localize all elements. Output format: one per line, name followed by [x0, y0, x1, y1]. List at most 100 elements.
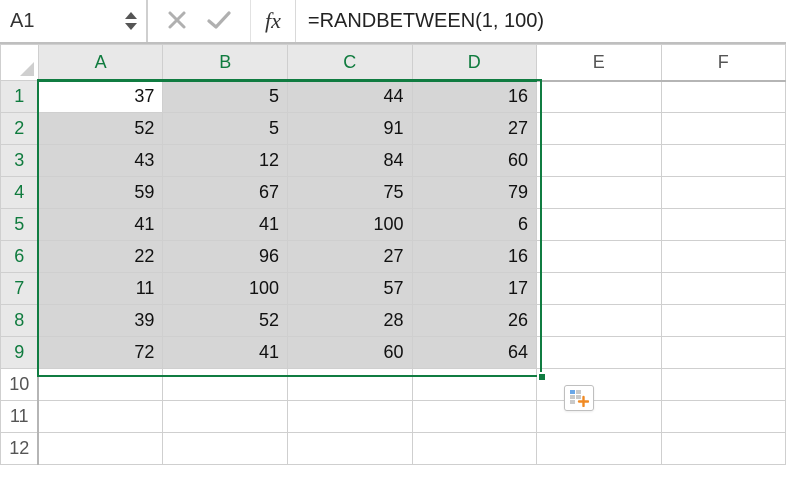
- row-header-7[interactable]: 7: [1, 273, 39, 305]
- cell-D3[interactable]: 60: [412, 145, 537, 177]
- cell-B3[interactable]: 12: [163, 145, 288, 177]
- cell-D8[interactable]: 26: [412, 305, 537, 337]
- column-header-C[interactable]: C: [287, 45, 412, 81]
- cell-A10[interactable]: [38, 369, 163, 401]
- cell-B8[interactable]: 52: [163, 305, 288, 337]
- cell-E6[interactable]: [537, 241, 661, 273]
- cell-C8[interactable]: 28: [287, 305, 412, 337]
- row-header-9[interactable]: 9: [1, 337, 39, 369]
- cell-A8[interactable]: 39: [38, 305, 163, 337]
- cell-E12[interactable]: [537, 433, 661, 465]
- cell-E8[interactable]: [537, 305, 661, 337]
- cell-F8[interactable]: [661, 305, 786, 337]
- name-box[interactable]: A1: [10, 10, 124, 33]
- cell-E10[interactable]: [537, 369, 661, 401]
- cell-A2[interactable]: 52: [38, 113, 163, 145]
- cell-D9[interactable]: 64: [412, 337, 537, 369]
- cell-D7[interactable]: 17: [412, 273, 537, 305]
- select-all-corner[interactable]: [1, 45, 39, 81]
- cell-F7[interactable]: [661, 273, 786, 305]
- cell-B10[interactable]: [163, 369, 288, 401]
- cell-E7[interactable]: [537, 273, 661, 305]
- row-header-12[interactable]: 12: [1, 433, 39, 465]
- cell-A3[interactable]: 43: [38, 145, 163, 177]
- cell-B7[interactable]: 100: [163, 273, 288, 305]
- cell-A1[interactable]: 37: [38, 81, 163, 113]
- cell-B5[interactable]: 41: [163, 209, 288, 241]
- cell-D10[interactable]: [412, 369, 537, 401]
- column-header-F[interactable]: F: [661, 45, 786, 81]
- cell-C3[interactable]: 84: [287, 145, 412, 177]
- cell-D12[interactable]: [412, 433, 537, 465]
- cancel-icon[interactable]: [166, 9, 188, 34]
- row-header-8[interactable]: 8: [1, 305, 39, 337]
- cell-A11[interactable]: [38, 401, 163, 433]
- row-header-10[interactable]: 10: [1, 369, 39, 401]
- column-header-E[interactable]: E: [537, 45, 661, 81]
- cell-F5[interactable]: [661, 209, 786, 241]
- cell-C10[interactable]: [287, 369, 412, 401]
- fx-label[interactable]: fx: [251, 0, 296, 42]
- cell-C1[interactable]: 44: [287, 81, 412, 113]
- spreadsheet-grid: ABCDEF1375441625259127343128460459677579…: [0, 44, 786, 465]
- fill-handle[interactable]: [537, 372, 547, 382]
- cell-F12[interactable]: [661, 433, 786, 465]
- cell-E3[interactable]: [537, 145, 661, 177]
- cell-B12[interactable]: [163, 433, 288, 465]
- cell-E5[interactable]: [537, 209, 661, 241]
- cell-A7[interactable]: 11: [38, 273, 163, 305]
- row-header-11[interactable]: 11: [1, 401, 39, 433]
- cell-F11[interactable]: [661, 401, 786, 433]
- cell-F3[interactable]: [661, 145, 786, 177]
- column-header-B[interactable]: B: [163, 45, 288, 81]
- cell-B4[interactable]: 67: [163, 177, 288, 209]
- cell-C4[interactable]: 75: [287, 177, 412, 209]
- cell-C7[interactable]: 57: [287, 273, 412, 305]
- cell-E1[interactable]: [537, 81, 661, 113]
- cell-D4[interactable]: 79: [412, 177, 537, 209]
- cell-D6[interactable]: 16: [412, 241, 537, 273]
- cell-E9[interactable]: [537, 337, 661, 369]
- cell-B9[interactable]: 41: [163, 337, 288, 369]
- cell-A5[interactable]: 41: [38, 209, 163, 241]
- cell-A6[interactable]: 22: [38, 241, 163, 273]
- name-box-stepper[interactable]: [124, 11, 142, 31]
- quick-analysis-button[interactable]: [564, 385, 594, 411]
- cell-D11[interactable]: [412, 401, 537, 433]
- row-header-3[interactable]: 3: [1, 145, 39, 177]
- cell-D2[interactable]: 27: [412, 113, 537, 145]
- row-header-4[interactable]: 4: [1, 177, 39, 209]
- row-header-2[interactable]: 2: [1, 113, 39, 145]
- cell-A9[interactable]: 72: [38, 337, 163, 369]
- row-header-5[interactable]: 5: [1, 209, 39, 241]
- cell-A4[interactable]: 59: [38, 177, 163, 209]
- cell-C9[interactable]: 60: [287, 337, 412, 369]
- cell-C12[interactable]: [287, 433, 412, 465]
- cell-C6[interactable]: 27: [287, 241, 412, 273]
- confirm-icon[interactable]: [206, 9, 232, 34]
- cell-F6[interactable]: [661, 241, 786, 273]
- cell-E11[interactable]: [537, 401, 661, 433]
- row-header-1[interactable]: 1: [1, 81, 39, 113]
- cell-B1[interactable]: 5: [163, 81, 288, 113]
- cell-E2[interactable]: [537, 113, 661, 145]
- formula-input[interactable]: =RANDBETWEEN(1, 100): [296, 0, 786, 42]
- row-header-6[interactable]: 6: [1, 241, 39, 273]
- cell-D5[interactable]: 6: [412, 209, 537, 241]
- cell-F9[interactable]: [661, 337, 786, 369]
- cell-F2[interactable]: [661, 113, 786, 145]
- cell-B11[interactable]: [163, 401, 288, 433]
- column-header-D[interactable]: D: [412, 45, 537, 81]
- cell-C5[interactable]: 100: [287, 209, 412, 241]
- cell-F4[interactable]: [661, 177, 786, 209]
- cell-F10[interactable]: [661, 369, 786, 401]
- cell-C11[interactable]: [287, 401, 412, 433]
- cell-C2[interactable]: 91: [287, 113, 412, 145]
- cell-B6[interactable]: 96: [163, 241, 288, 273]
- cell-E4[interactable]: [537, 177, 661, 209]
- cell-B2[interactable]: 5: [163, 113, 288, 145]
- cell-D1[interactable]: 16: [412, 81, 537, 113]
- cell-A12[interactable]: [38, 433, 163, 465]
- column-header-A[interactable]: A: [38, 45, 163, 81]
- cell-F1[interactable]: [661, 81, 786, 113]
